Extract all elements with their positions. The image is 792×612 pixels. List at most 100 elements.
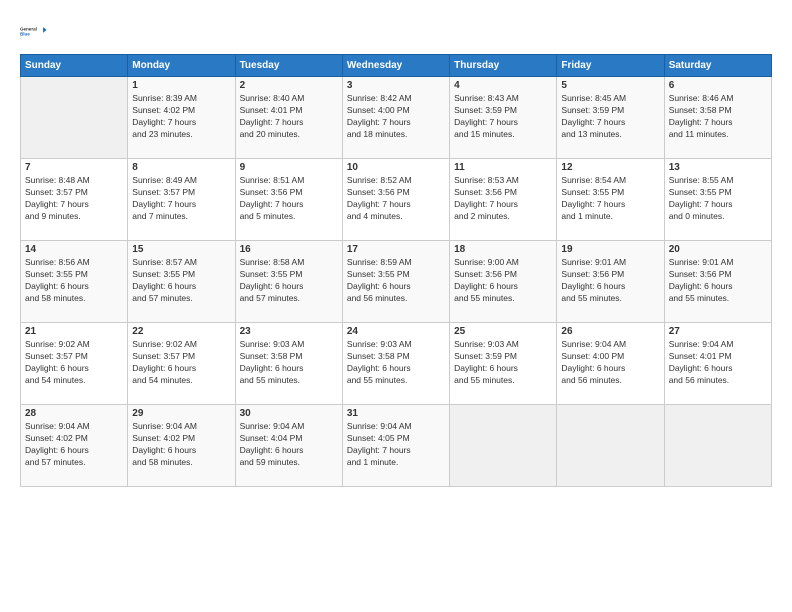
day-info: Sunrise: 8:43 AM Sunset: 3:59 PM Dayligh… xyxy=(454,93,552,141)
day-info: Sunrise: 8:51 AM Sunset: 3:56 PM Dayligh… xyxy=(240,175,338,223)
day-info: Sunrise: 8:58 AM Sunset: 3:55 PM Dayligh… xyxy=(240,257,338,305)
calendar-table: SundayMondayTuesdayWednesdayThursdayFrid… xyxy=(20,54,772,487)
day-info: Sunrise: 8:57 AM Sunset: 3:55 PM Dayligh… xyxy=(132,257,230,305)
week-row-1: 7 Sunrise: 8:48 AM Sunset: 3:57 PM Daylig… xyxy=(21,159,772,241)
day-info: Sunrise: 8:39 AM Sunset: 4:02 PM Dayligh… xyxy=(132,93,230,141)
day-number: 25 xyxy=(454,326,552,337)
calendar-cell: 15 Sunrise: 8:57 AM Sunset: 3:55 PM Dayli… xyxy=(128,241,235,323)
day-number: 19 xyxy=(561,244,659,255)
calendar-cell: 8 Sunrise: 8:49 AM Sunset: 3:57 PM Daylig… xyxy=(128,159,235,241)
day-info: Sunrise: 9:04 AM Sunset: 4:05 PM Dayligh… xyxy=(347,421,445,469)
day-number: 3 xyxy=(347,80,445,91)
calendar-cell: 27Sunrise: 9:04 AM Sunset: 4:01 PM Dayli… xyxy=(664,323,771,405)
day-info: Sunrise: 9:03 AM Sunset: 3:59 PM Dayligh… xyxy=(454,339,552,387)
header-row: SundayMondayTuesdayWednesdayThursdayFrid… xyxy=(21,55,772,77)
day-number: 17 xyxy=(347,244,445,255)
day-number: 26 xyxy=(561,326,659,337)
day-info: Sunrise: 9:03 AM Sunset: 3:58 PM Dayligh… xyxy=(240,339,338,387)
calendar-cell: 5 Sunrise: 8:45 AM Sunset: 3:59 PM Daylig… xyxy=(557,77,664,159)
day-number: 15 xyxy=(132,244,230,255)
calendar-cell: 28Sunrise: 9:04 AM Sunset: 4:02 PM Dayli… xyxy=(21,405,128,487)
calendar-cell: 30 Sunrise: 9:04 AM Sunset: 4:04 PM Dayli… xyxy=(235,405,342,487)
day-info: Sunrise: 8:54 AM Sunset: 3:55 PM Dayligh… xyxy=(561,175,659,223)
calendar-cell: 16 Sunrise: 8:58 AM Sunset: 3:55 PM Dayli… xyxy=(235,241,342,323)
week-row-3: 21 Sunrise: 9:02 AM Sunset: 3:57 PM Dayli… xyxy=(21,323,772,405)
calendar-cell: 31 Sunrise: 9:04 AM Sunset: 4:05 PM Dayli… xyxy=(342,405,449,487)
calendar-cell xyxy=(450,405,557,487)
svg-text:General: General xyxy=(20,27,37,32)
calendar-cell: 3 Sunrise: 8:42 AM Sunset: 4:00 PM Daylig… xyxy=(342,77,449,159)
calendar-cell xyxy=(664,405,771,487)
day-number: 6 xyxy=(669,80,767,91)
day-number: 30 xyxy=(240,408,338,419)
day-number: 18 xyxy=(454,244,552,255)
calendar-cell: 1 Sunrise: 8:39 AM Sunset: 4:02 PM Daylig… xyxy=(128,77,235,159)
day-number: 9 xyxy=(240,162,338,173)
day-number: 27 xyxy=(669,326,767,337)
calendar-cell: 26Sunrise: 9:04 AM Sunset: 4:00 PM Dayli… xyxy=(557,323,664,405)
calendar-cell: 2 Sunrise: 8:40 AM Sunset: 4:01 PM Daylig… xyxy=(235,77,342,159)
calendar-cell: 10Sunrise: 8:52 AM Sunset: 3:56 PM Dayli… xyxy=(342,159,449,241)
day-number: 12 xyxy=(561,162,659,173)
day-info: Sunrise: 8:45 AM Sunset: 3:59 PM Dayligh… xyxy=(561,93,659,141)
calendar-cell xyxy=(557,405,664,487)
week-row-4: 28Sunrise: 9:04 AM Sunset: 4:02 PM Dayli… xyxy=(21,405,772,487)
day-number: 4 xyxy=(454,80,552,91)
col-header-monday: Monday xyxy=(128,55,235,77)
logo-icon: GeneralBlue xyxy=(20,18,48,46)
week-row-2: 14 Sunrise: 8:56 AM Sunset: 3:55 PM Dayli… xyxy=(21,241,772,323)
page-header: GeneralBlue xyxy=(20,18,772,46)
day-number: 14 xyxy=(25,244,123,255)
day-number: 7 xyxy=(25,162,123,173)
calendar-cell: 25 Sunrise: 9:03 AM Sunset: 3:59 PM Dayli… xyxy=(450,323,557,405)
day-info: Sunrise: 8:40 AM Sunset: 4:01 PM Dayligh… xyxy=(240,93,338,141)
calendar-cell: 22 Sunrise: 9:02 AM Sunset: 3:57 PM Dayli… xyxy=(128,323,235,405)
col-header-wednesday: Wednesday xyxy=(342,55,449,77)
calendar-cell: 18 Sunrise: 9:00 AM Sunset: 3:56 PM Dayli… xyxy=(450,241,557,323)
day-info: Sunrise: 8:56 AM Sunset: 3:55 PM Dayligh… xyxy=(25,257,123,305)
day-number: 21 xyxy=(25,326,123,337)
calendar-cell: 6 Sunrise: 8:46 AM Sunset: 3:58 PM Daylig… xyxy=(664,77,771,159)
day-number: 2 xyxy=(240,80,338,91)
day-info: Sunrise: 9:01 AM Sunset: 3:56 PM Dayligh… xyxy=(561,257,659,305)
day-info: Sunrise: 8:49 AM Sunset: 3:57 PM Dayligh… xyxy=(132,175,230,223)
day-number: 16 xyxy=(240,244,338,255)
day-number: 22 xyxy=(132,326,230,337)
day-info: Sunrise: 8:53 AM Sunset: 3:56 PM Dayligh… xyxy=(454,175,552,223)
day-number: 11 xyxy=(454,162,552,173)
day-number: 24 xyxy=(347,326,445,337)
day-info: Sunrise: 8:42 AM Sunset: 4:00 PM Dayligh… xyxy=(347,93,445,141)
calendar-cell: 7 Sunrise: 8:48 AM Sunset: 3:57 PM Daylig… xyxy=(21,159,128,241)
logo: GeneralBlue xyxy=(20,18,48,46)
day-number: 29 xyxy=(132,408,230,419)
day-info: Sunrise: 8:46 AM Sunset: 3:58 PM Dayligh… xyxy=(669,93,767,141)
col-header-saturday: Saturday xyxy=(664,55,771,77)
day-info: Sunrise: 9:03 AM Sunset: 3:58 PM Dayligh… xyxy=(347,339,445,387)
day-number: 31 xyxy=(347,408,445,419)
day-number: 13 xyxy=(669,162,767,173)
day-number: 28 xyxy=(25,408,123,419)
day-info: Sunrise: 8:59 AM Sunset: 3:55 PM Dayligh… xyxy=(347,257,445,305)
svg-text:Blue: Blue xyxy=(20,32,30,37)
day-number: 1 xyxy=(132,80,230,91)
day-number: 8 xyxy=(132,162,230,173)
day-number: 10 xyxy=(347,162,445,173)
day-info: Sunrise: 9:04 AM Sunset: 4:04 PM Dayligh… xyxy=(240,421,338,469)
col-header-thursday: Thursday xyxy=(450,55,557,77)
day-info: Sunrise: 8:55 AM Sunset: 3:55 PM Dayligh… xyxy=(669,175,767,223)
col-header-tuesday: Tuesday xyxy=(235,55,342,77)
col-header-sunday: Sunday xyxy=(21,55,128,77)
calendar-cell: 13 Sunrise: 8:55 AM Sunset: 3:55 PM Dayli… xyxy=(664,159,771,241)
calendar-cell: 12 Sunrise: 8:54 AM Sunset: 3:55 PM Dayli… xyxy=(557,159,664,241)
col-header-friday: Friday xyxy=(557,55,664,77)
day-info: Sunrise: 9:02 AM Sunset: 3:57 PM Dayligh… xyxy=(132,339,230,387)
day-info: Sunrise: 8:48 AM Sunset: 3:57 PM Dayligh… xyxy=(25,175,123,223)
day-number: 5 xyxy=(561,80,659,91)
day-info: Sunrise: 9:01 AM Sunset: 3:56 PM Dayligh… xyxy=(669,257,767,305)
day-info: Sunrise: 9:00 AM Sunset: 3:56 PM Dayligh… xyxy=(454,257,552,305)
day-info: Sunrise: 9:02 AM Sunset: 3:57 PM Dayligh… xyxy=(25,339,123,387)
calendar-cell: 9 Sunrise: 8:51 AM Sunset: 3:56 PM Daylig… xyxy=(235,159,342,241)
calendar-cell: 20 Sunrise: 9:01 AM Sunset: 3:56 PM Dayli… xyxy=(664,241,771,323)
day-number: 20 xyxy=(669,244,767,255)
calendar-cell: 17 Sunrise: 8:59 AM Sunset: 3:55 PM Dayli… xyxy=(342,241,449,323)
